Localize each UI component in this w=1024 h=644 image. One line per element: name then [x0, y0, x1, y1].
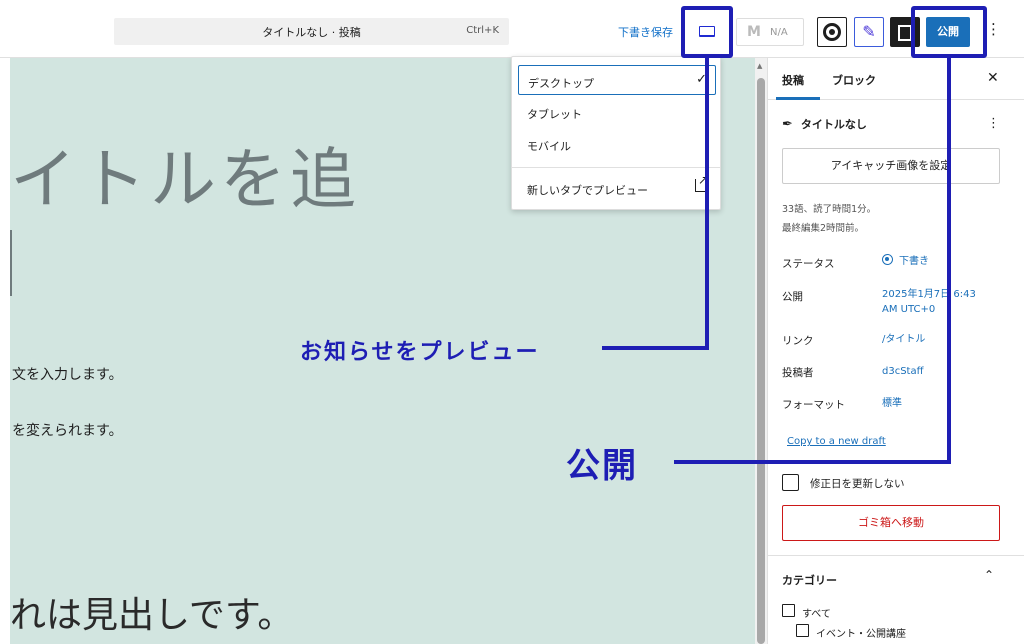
category-checkbox[interactable] [782, 604, 795, 617]
publish-date-value[interactable]: 2025年1月7日 6:43 AM UTC+0 [882, 287, 992, 317]
link-label: リンク [782, 335, 814, 347]
more-options-icon[interactable]: ⋮ [986, 20, 1001, 38]
publish-annotation: 公開 [566, 446, 638, 486]
plugin-icon: M [747, 24, 761, 40]
preview-dropdown: デスクトップ ✓ タブレット モバイル 新しいタブでプレビュー [511, 56, 721, 210]
post-actions-icon[interactable]: ⋮ [987, 116, 1000, 131]
feather-icon: ✒ [782, 117, 793, 132]
status-label: ステータス [782, 258, 835, 270]
move-to-trash-button[interactable]: ゴミ箱へ移動 [782, 505, 1000, 541]
publish-connector-vertical [947, 58, 951, 464]
post-title-label: タイトルなし [800, 118, 867, 131]
link-value[interactable]: /タイトル [882, 332, 925, 347]
publish-connector-horizontal [674, 460, 951, 464]
editor-screen: タイトルなし · 投稿 Ctrl+K 下書き保存 M N/A ✎ 公開 ⋮ イト… [0, 0, 1024, 644]
post-summary-title: ✒ タイトルなし [782, 116, 867, 132]
tab-block[interactable]: ブロック [832, 72, 876, 88]
plugin-settings-button[interactable] [817, 17, 847, 47]
no-update-date-checkbox[interactable] [782, 474, 799, 491]
status-value[interactable]: 下書き [882, 254, 929, 269]
save-draft-button[interactable]: 下書き保存 [618, 24, 673, 40]
chevron-up-icon[interactable]: ⌃ [984, 568, 994, 582]
category-label: イベント・公開講座 [816, 629, 906, 640]
format-value[interactable]: 標準 [882, 396, 902, 411]
paragraph-block[interactable]: を変えられます。 [12, 420, 123, 440]
last-edited: 最終編集2時間前。 [782, 223, 865, 234]
ai-assistant-button[interactable]: ✎ [854, 17, 884, 47]
preview-annotation: お知らせをプレビュー [300, 340, 540, 365]
word-count: 33語、読了時間1分。 [782, 204, 877, 215]
preview-mobile-option[interactable]: モバイル [518, 129, 716, 159]
author-label: 投稿者 [782, 367, 814, 379]
scroll-up-arrow-icon[interactable]: ▲ [757, 62, 762, 70]
copy-to-draft-link[interactable]: Copy to a new draft [787, 436, 886, 447]
preview-desktop-option[interactable]: デスクトップ ✓ [518, 65, 716, 95]
paragraph-block[interactable]: 文を入力します。 [12, 364, 123, 384]
status-text: 下書き [899, 256, 929, 267]
post-title-field[interactable]: イトルを追 [10, 126, 360, 222]
sidebar-tabs: 投稿 ブロック ✕ [768, 58, 1024, 100]
active-tab-indicator [776, 97, 820, 100]
preview-tablet-option[interactable]: タブレット [518, 97, 716, 127]
heading-block[interactable]: れは見出しです。 [10, 586, 293, 638]
settings-sidebar: 投稿 ブロック ✕ ✒ タイトルなし ⋮ アイキャッチ画像を設定 33語、読了時間… [767, 58, 1024, 644]
sidebar-divider [768, 555, 1024, 556]
category-checkbox[interactable] [796, 624, 809, 637]
set-featured-image-button[interactable]: アイキャッチ画像を設定 [782, 148, 1000, 184]
preview-connector-vertical [705, 58, 709, 350]
preview-connector-horizontal [602, 346, 709, 350]
close-icon[interactable]: ✕ [987, 70, 999, 86]
categories-heading[interactable]: カテゴリー [782, 572, 837, 588]
option-label: デスクトップ [528, 77, 594, 90]
title-second-line-fragment [10, 230, 12, 296]
command-bar-title: タイトルなし · 投稿 [262, 26, 361, 39]
author-value[interactable]: d3cStaff [882, 364, 924, 379]
option-label: 新しいタブでプレビュー [527, 184, 648, 197]
option-label: タブレット [527, 108, 582, 121]
no-update-date-label: 修正日を更新しない [810, 478, 905, 490]
scrollbar-thumb[interactable] [757, 78, 765, 644]
publish-date-label: 公開 [782, 291, 803, 303]
top-toolbar: タイトルなし · 投稿 Ctrl+K 下書き保存 M N/A ✎ 公開 ⋮ [0, 0, 1024, 58]
preview-highlight-box [681, 6, 733, 58]
preview-new-tab-option[interactable]: 新しいタブでプレビュー [518, 173, 716, 203]
left-edge [0, 58, 10, 644]
format-label: フォーマット [782, 399, 845, 411]
command-bar[interactable]: タイトルなし · 投稿 Ctrl+K [114, 18, 509, 45]
option-label: モバイル [527, 140, 571, 153]
magic-wand-icon: ✎ [862, 22, 876, 41]
command-shortcut: Ctrl+K [466, 25, 499, 36]
draft-status-icon [882, 254, 893, 265]
na-button[interactable]: M N/A [736, 18, 804, 46]
na-label: N/A [770, 27, 788, 38]
gear-icon [823, 23, 841, 41]
tab-post[interactable]: 投稿 [782, 72, 804, 88]
category-label: すべて [802, 609, 831, 620]
menu-divider [512, 167, 720, 168]
publish-highlight-box [911, 6, 987, 58]
